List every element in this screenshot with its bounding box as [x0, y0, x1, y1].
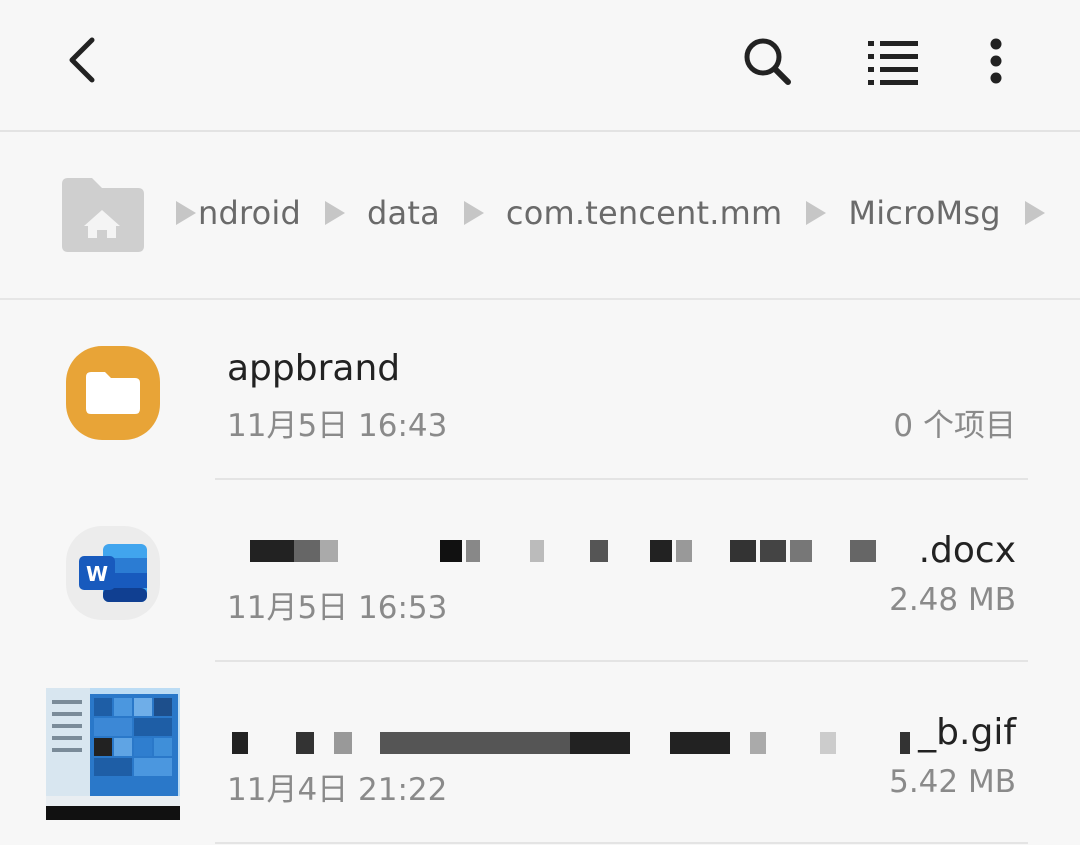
back-button[interactable] [50, 28, 114, 92]
home-folder-icon[interactable] [58, 176, 146, 254]
file-name: .docx [918, 530, 1016, 571]
list-view-icon [868, 41, 918, 85]
more-options-button[interactable] [966, 28, 1026, 94]
breadcrumb-separator-icon [325, 201, 346, 225]
file-date: 11月5日 16:53 [227, 590, 448, 626]
file-size: 2.48 MB [889, 582, 1016, 618]
breadcrumb-path: ndroid data com.tencent.mm MicroMsg [176, 194, 1067, 232]
file-item-count: 0 个项目 [893, 408, 1016, 444]
list-item-folder[interactable]: appbrand 11月5日 16:43 0 个项目 [0, 300, 1080, 480]
list-item-gif[interactable]: _b.gif 11月4日 21:22 5.42 MB [0, 664, 1080, 844]
file-date: 11月4日 21:22 [227, 772, 448, 808]
back-chevron-icon [69, 37, 95, 83]
file-name: appbrand [227, 348, 401, 389]
row-divider [215, 660, 1028, 662]
more-vertical-icon [990, 38, 1002, 84]
breadcrumb: ndroid data com.tencent.mm MicroMsg [0, 132, 1080, 300]
breadcrumb-item-data[interactable]: data [367, 194, 440, 232]
word-icon: W [66, 526, 160, 620]
file-size: 5.42 MB [889, 764, 1016, 800]
list-view-button[interactable] [860, 28, 926, 94]
breadcrumb-item-tencent[interactable]: com.tencent.mm [506, 194, 782, 232]
breadcrumb-separator-icon [176, 201, 196, 225]
redacted-filename [230, 732, 910, 754]
file-date: 11月5日 16:43 [227, 408, 448, 444]
search-icon [744, 38, 791, 85]
list-item-docx[interactable]: W .docx 11月5日 16:53 2.48 MB [0, 482, 1080, 662]
row-divider [215, 478, 1028, 480]
redacted-filename [230, 540, 890, 562]
breadcrumb-item-micromsg[interactable]: MicroMsg [848, 194, 1000, 232]
file-name: _b.gif [918, 712, 1016, 753]
image-thumbnail [46, 688, 180, 820]
breadcrumb-separator-icon [463, 201, 484, 225]
breadcrumb-item-android[interactable]: ndroid [198, 194, 301, 232]
search-button[interactable] [734, 28, 800, 94]
row-divider [215, 842, 1028, 844]
folder-icon [66, 346, 160, 440]
svg-text:W: W [86, 562, 108, 586]
breadcrumb-separator-icon [1024, 201, 1045, 225]
top-toolbar [0, 0, 1080, 132]
breadcrumb-separator-icon [806, 201, 827, 225]
